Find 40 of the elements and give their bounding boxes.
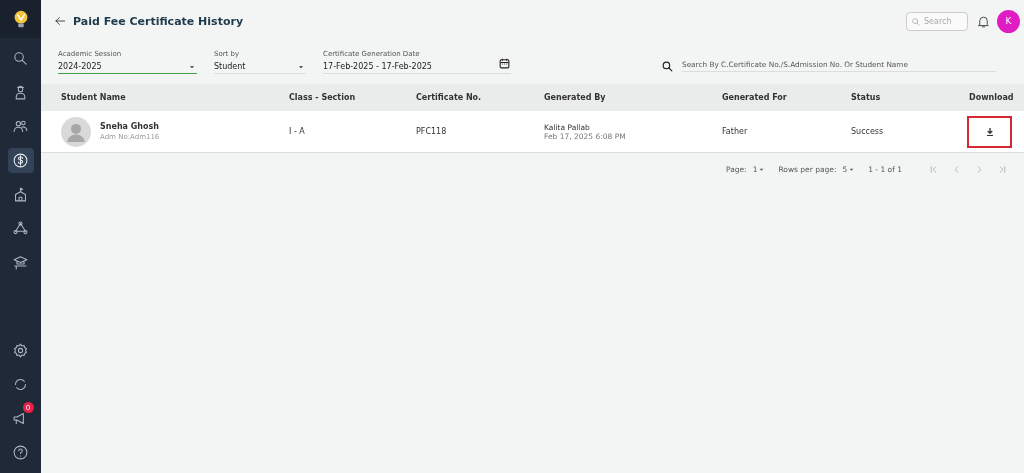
back-arrow-icon — [53, 14, 67, 28]
network-icon — [12, 220, 29, 237]
table-cell-text: Father — [722, 127, 749, 136]
column-header: Generated For — [722, 93, 788, 102]
sidebar-item[interactable] — [7, 148, 34, 173]
page-title: Paid Fee Certificate History — [73, 14, 244, 28]
notifications-button[interactable] — [976, 13, 991, 29]
back-button[interactable] — [53, 14, 67, 28]
last-icon — [997, 164, 1008, 175]
avatar-icon — [61, 116, 91, 147]
table-cell-text: PFC118 — [416, 127, 448, 136]
calendar-icon — [498, 57, 511, 70]
settings-icon — [12, 342, 29, 359]
student-name: Sneha Ghosh — [100, 122, 160, 131]
refresh-icon — [12, 376, 29, 393]
column-header: Student Name — [61, 93, 127, 102]
download-button[interactable] — [967, 115, 1012, 148]
first-icon — [928, 164, 939, 175]
graduation-cap-icon — [12, 254, 29, 271]
help-icon — [12, 444, 29, 461]
table-cell-text: Success — [851, 127, 885, 136]
search-icon — [661, 59, 674, 73]
select-field[interactable]: 2024-2025 — [58, 60, 197, 74]
column-header: Generated By — [544, 93, 607, 102]
search-icon — [911, 16, 921, 27]
school-icon — [12, 186, 29, 203]
column-header: Download — [969, 93, 1015, 102]
user-avatar[interactable]: K — [997, 9, 1020, 33]
date-field[interactable]: 17-Feb-2025 - 17-Feb-2025 — [323, 60, 511, 74]
column-header: Certificate No. — [416, 93, 483, 102]
table-cell-text: I - A — [289, 127, 306, 136]
search-icon — [12, 50, 29, 67]
notification-badge: 0 — [22, 402, 34, 413]
select-field[interactable]: Student — [214, 60, 306, 74]
column-header: Status — [851, 93, 882, 102]
search-field[interactable]: Search — [906, 11, 968, 31]
bell-icon — [976, 13, 991, 29]
dollar-icon — [12, 152, 29, 169]
column-header: Class - Section — [289, 93, 357, 102]
people-icon — [12, 118, 29, 135]
